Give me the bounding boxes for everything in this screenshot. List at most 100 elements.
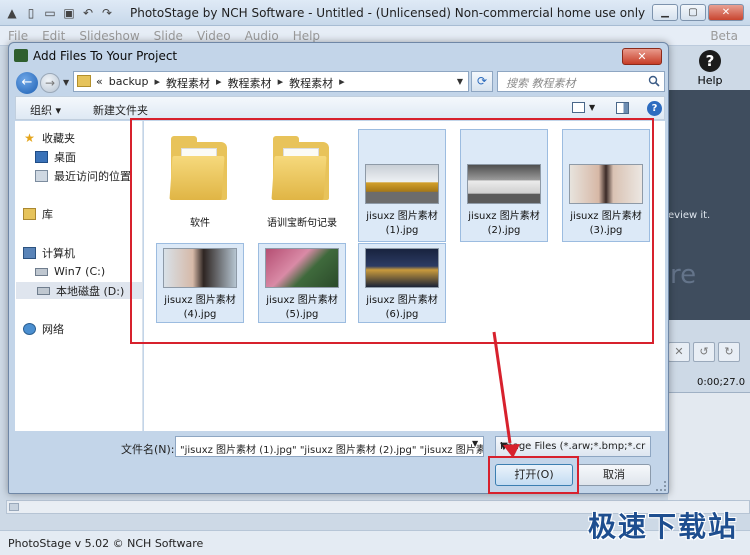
image-thumbnail <box>467 164 541 204</box>
help-tool-button[interactable]: ? Help <box>675 50 745 87</box>
list-item[interactable]: jisuxz 图片素材 (2).jpg <box>460 129 548 242</box>
menu-help[interactable]: Help <box>293 29 320 43</box>
breadcrumb-item[interactable]: backup <box>109 75 149 91</box>
file-name: jisuxz 图片素材 <box>570 211 642 222</box>
breadcrumb-item[interactable]: 教程素材 <box>166 75 210 91</box>
redo-icon[interactable]: ↷ <box>99 5 115 21</box>
chevron-right-icon[interactable]: ▸ <box>216 75 222 91</box>
refresh-button[interactable]: ⟳ <box>471 71 493 92</box>
new-folder-button[interactable]: 新建文件夹 <box>93 102 148 118</box>
navigation-pane: ★ 收藏夹 桌面 最近访问的位置 库 计算机 Win7 (C:) 本地磁盘 (D… <box>15 121 143 431</box>
duration-readout: 0:00;27.0 <box>697 377 746 388</box>
undo-icon[interactable]: ↶ <box>80 5 96 21</box>
minimize-button[interactable]: ▁ <box>652 4 678 21</box>
list-item[interactable]: 软件 <box>156 129 244 229</box>
image-thumbnail <box>365 248 439 288</box>
close-window-button[interactable]: ✕ <box>708 4 744 21</box>
forward-button[interactable]: → <box>40 73 60 93</box>
save-icon[interactable]: ▣ <box>61 5 77 21</box>
list-item[interactable]: jisuxz 图片素材 (4).jpg <box>156 243 244 323</box>
search-placeholder: 搜索 教程素材 <box>506 77 576 90</box>
nav-item-favorites[interactable]: ★ 收藏夹 <box>23 129 75 146</box>
scrollbar-thumb[interactable] <box>9 503 19 511</box>
file-name: jisuxz 图片素材 <box>366 295 438 306</box>
nav-label: 本地磁盘 (D:) <box>56 284 125 298</box>
command-bar: 组织 ▾ 新建文件夹 ▼ ? <box>15 96 665 120</box>
nav-label: 收藏夹 <box>42 131 75 145</box>
desktop-icon <box>35 150 48 163</box>
open-button[interactable]: 打开(O) <box>495 464 573 486</box>
breadcrumb-overflow[interactable]: « <box>96 75 103 91</box>
back-button[interactable]: ← <box>16 72 38 94</box>
filename-field[interactable]: "jisuxz 图片素材 (1).jpg" "jisuxz 图片素材 (2).j… <box>175 436 484 457</box>
folder-icon <box>271 134 329 200</box>
list-item[interactable]: jisuxz 图片素材 (1).jpg <box>358 129 446 242</box>
list-item[interactable]: 语训宝断句记录 <box>258 129 346 229</box>
nav-label: 最近访问的位置 <box>54 169 131 183</box>
nav-item-desktop[interactable]: 桌面 <box>35 148 76 165</box>
resize-grip[interactable] <box>656 481 666 491</box>
cancel-button[interactable]: 取消 <box>577 464 651 486</box>
nav-item-network[interactable]: 网络 <box>23 320 64 337</box>
file-name: jisuxz 图片素材 <box>366 211 438 222</box>
list-item[interactable]: jisuxz 图片素材 (5).jpg <box>258 243 346 323</box>
folder-icon <box>77 75 91 87</box>
filetype-select[interactable]: Image Files (*.arw;*.bmp;*.cr ▼ <box>495 436 651 457</box>
help-icon[interactable]: ? <box>647 101 662 116</box>
dialog-titlebar: Add Files To Your Project ✕ <box>9 43 668 69</box>
status-text: PhotoStage v 5.02 © NCH Software <box>8 537 204 550</box>
list-item[interactable]: jisuxz 图片素材 (3).jpg <box>562 129 650 242</box>
menu-beta[interactable]: Beta <box>710 29 738 43</box>
computer-icon <box>23 246 36 259</box>
folder-icon <box>169 134 227 200</box>
file-list: 软件 语训宝断句记录 jisuxz 图片素材 (1).jpg jisuxz 图片… <box>144 121 665 431</box>
menu-file[interactable]: File <box>8 29 28 43</box>
breadcrumb-item[interactable]: 教程素材 <box>228 75 272 91</box>
image-thumbnail <box>569 164 643 204</box>
menu-video[interactable]: Video <box>197 29 231 43</box>
menu-audio[interactable]: Audio <box>245 29 279 43</box>
nav-item-recent[interactable]: 最近访问的位置 <box>35 167 131 184</box>
chevron-right-icon[interactable]: ▸ <box>339 75 345 91</box>
chevron-down-icon[interactable]: ▼ <box>472 439 478 448</box>
menu-slide[interactable]: Slide <box>154 29 183 43</box>
app-titlebar: ▲ ▯ ▭ ▣ ↶ ↷ PhotoStage by NCH Software -… <box>0 0 750 26</box>
nav-label: 桌面 <box>54 150 76 164</box>
recent-places-icon <box>35 169 48 182</box>
remove-icon[interactable]: ✕ <box>668 342 690 362</box>
open-icon[interactable]: ▭ <box>42 5 58 21</box>
rotate-right-icon[interactable]: ↻ <box>718 342 740 362</box>
library-icon <box>23 207 36 220</box>
maximize-button[interactable]: ▢ <box>680 4 706 21</box>
dialog-close-button[interactable]: ✕ <box>622 48 662 65</box>
filename-label: 文件名(N): <box>121 443 175 456</box>
file-name: jisuxz 图片素材 <box>164 295 236 306</box>
menu-slideshow[interactable]: Slideshow <box>79 29 139 43</box>
breadcrumb-item[interactable]: 教程素材 <box>289 75 333 91</box>
chevron-right-icon[interactable]: ▸ <box>155 75 161 91</box>
app-icon <box>14 49 28 62</box>
chevron-right-icon[interactable]: ▸ <box>278 75 284 91</box>
file-name: jisuxz 图片素材 <box>266 295 338 306</box>
menu-edit[interactable]: Edit <box>42 29 65 43</box>
chevron-down-icon[interactable]: ▼ <box>454 74 466 89</box>
address-bar[interactable]: « backup ▸ 教程素材 ▸ 教程素材 ▸ 教程素材 ▸ ▼ <box>73 71 469 92</box>
nav-item-computer[interactable]: 计算机 <box>23 244 75 261</box>
drive-icon <box>35 267 48 276</box>
preview-pane-icon[interactable] <box>616 102 629 114</box>
organize-button[interactable]: 组织 ▾ <box>30 102 61 118</box>
new-icon[interactable]: ▯ <box>23 5 39 21</box>
nav-item-drive-d[interactable]: 本地磁盘 (D:) <box>16 282 142 299</box>
history-dropdown-icon[interactable]: ▼ <box>63 78 69 87</box>
search-input[interactable]: 搜索 教程素材 <box>497 71 665 92</box>
file-name-ext: (5).jpg <box>285 309 319 320</box>
change-view-button[interactable]: ▼ <box>572 102 595 113</box>
nav-item-drive-c[interactable]: Win7 (C:) <box>35 263 105 280</box>
search-icon[interactable] <box>648 75 660 87</box>
quick-access-toolbar: ▲ ▯ ▭ ▣ ↶ ↷ <box>4 5 115 21</box>
file-name-ext: (2).jpg <box>487 225 521 236</box>
file-name: 语训宝断句记录 <box>267 218 337 229</box>
nav-item-libraries[interactable]: 库 <box>23 205 53 222</box>
list-item[interactable]: jisuxz 图片素材 (6).jpg <box>358 243 446 323</box>
rotate-left-icon[interactable]: ↺ <box>693 342 715 362</box>
